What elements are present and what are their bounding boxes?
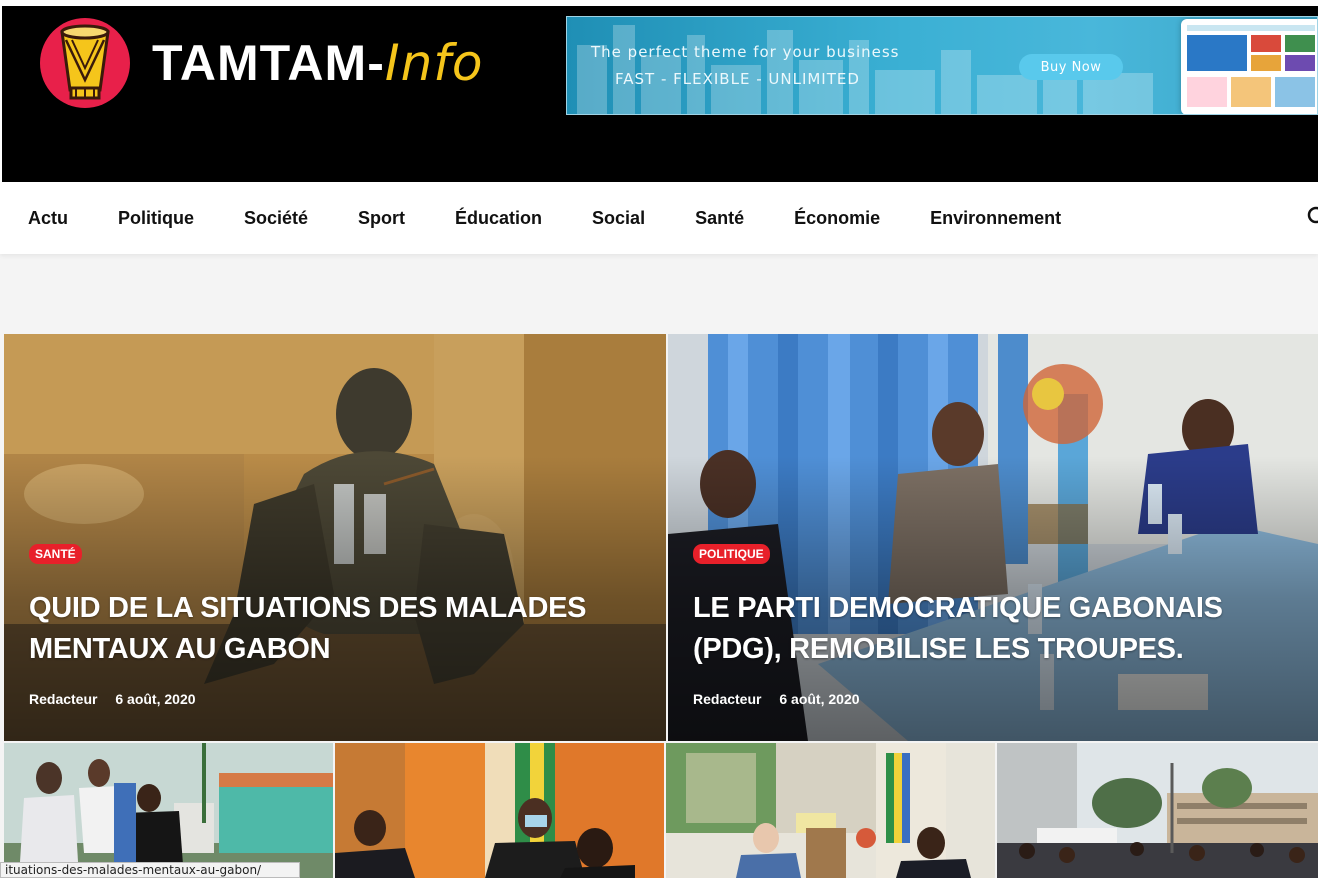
- ad-tagline: FAST - FLEXIBLE - UNLIMITED: [615, 70, 860, 88]
- drum-logo-icon: [40, 18, 130, 108]
- ad-theme-preview: [1181, 19, 1317, 114]
- featured-article-2[interactable]: POLITIQUE LE PARTI DEMOCRATIQUE GABONAIS…: [668, 334, 1318, 741]
- search-icon[interactable]: [1304, 203, 1318, 229]
- status-bar-url: ituations-des-malades-mentaux-au-gabon/: [0, 862, 300, 878]
- nav-item-environnement[interactable]: Environnement: [930, 208, 1061, 229]
- site-logo[interactable]: TAMTAM-Info: [40, 18, 483, 108]
- image-overlay: [668, 334, 1318, 741]
- thumbnail-image-1: [4, 743, 333, 878]
- nav-item-education[interactable]: Éducation: [455, 208, 542, 229]
- buy-now-button[interactable]: Buy Now: [1019, 54, 1123, 80]
- logo-accent-text: Info: [384, 34, 484, 92]
- article-meta: Redacteur 6 août, 2020: [29, 691, 196, 707]
- ad-banner[interactable]: The perfect theme for your business FAST…: [566, 16, 1318, 115]
- article-thumbnail-1[interactable]: [4, 743, 333, 878]
- header-top-border: [0, 0, 1318, 6]
- nav-item-social[interactable]: Social: [592, 208, 645, 229]
- site-header: TAMTAM-Info The perfect theme for your b…: [0, 0, 1318, 182]
- ad-headline: The perfect theme for your business: [591, 43, 900, 61]
- article-date: 6 août, 2020: [779, 691, 860, 707]
- thumbnail-image-3: [666, 743, 995, 878]
- thumbnail-image-2: [335, 743, 664, 878]
- article-author[interactable]: Redacteur: [693, 691, 761, 707]
- article-meta: Redacteur 6 août, 2020: [693, 691, 860, 707]
- category-badge[interactable]: POLITIQUE: [693, 544, 770, 564]
- article-author[interactable]: Redacteur: [29, 691, 97, 707]
- nav-item-sport[interactable]: Sport: [358, 208, 405, 229]
- main-nav: Actu Politique Société Sport Éducation S…: [0, 182, 1318, 254]
- logo-main-text: TAMTAM: [152, 35, 368, 91]
- category-badge[interactable]: SANTÉ: [29, 544, 82, 564]
- header-left-border: [0, 0, 2, 182]
- nav-item-societe[interactable]: Société: [244, 208, 308, 229]
- logo-wordmark: TAMTAM-Info: [152, 34, 483, 92]
- article-thumbnail-4[interactable]: [997, 743, 1318, 878]
- nav-item-politique[interactable]: Politique: [118, 208, 194, 229]
- article-date: 6 août, 2020: [115, 691, 196, 707]
- thumbnail-image-4: [997, 743, 1318, 878]
- nav-item-economie[interactable]: Économie: [794, 208, 880, 229]
- article-thumbnail-3[interactable]: [666, 743, 995, 878]
- logo-dash: -: [367, 35, 385, 91]
- nav-menu: Actu Politique Société Sport Éducation S…: [28, 182, 1111, 254]
- article-thumbnail-2[interactable]: [335, 743, 664, 878]
- nav-item-sante[interactable]: Santé: [695, 208, 744, 229]
- featured-article-1[interactable]: SANTÉ QUID DE LA SITUATIONS DES MALADES …: [4, 334, 666, 741]
- article-title[interactable]: LE PARTI DEMOCRATIQUE GABONAIS (PDG), RE…: [693, 588, 1288, 670]
- article-title[interactable]: QUID DE LA SITUATIONS DES MALADES MENTAU…: [29, 588, 636, 670]
- image-overlay: [4, 334, 666, 741]
- nav-item-actu[interactable]: Actu: [28, 208, 68, 229]
